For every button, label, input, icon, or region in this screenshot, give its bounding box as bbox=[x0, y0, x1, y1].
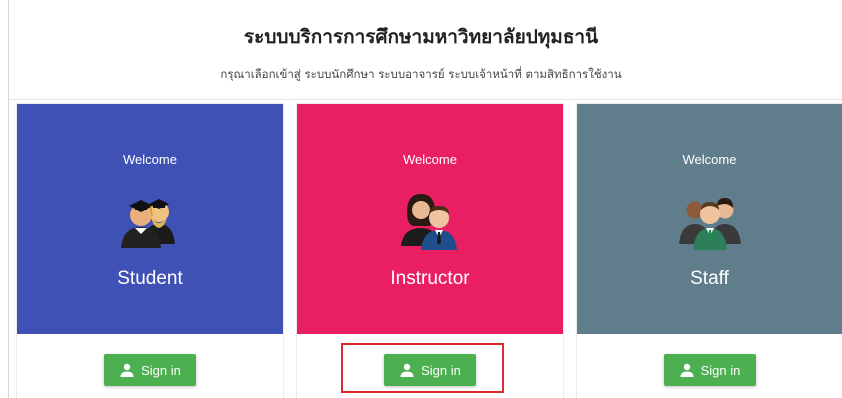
staff-card: Welcome Staff Sign in bbox=[577, 104, 842, 398]
student-role-label: Student bbox=[117, 268, 183, 289]
staff-role-label: Staff bbox=[690, 268, 729, 289]
instructor-role-label: Instructor bbox=[390, 268, 470, 289]
graduates-icon bbox=[115, 182, 185, 252]
instructor-card: Welcome Instructor Sign in bbox=[297, 104, 563, 398]
student-sign-in-button[interactable]: Sign in bbox=[104, 354, 196, 386]
user-icon bbox=[120, 363, 134, 377]
staff-card-banner: Welcome Staff bbox=[577, 104, 842, 334]
student-welcome-text: Welcome bbox=[123, 152, 177, 167]
user-icon bbox=[680, 363, 694, 377]
instructor-icon bbox=[395, 182, 465, 252]
student-card-banner: Welcome Student bbox=[17, 104, 283, 334]
sign-in-label: Sign in bbox=[141, 362, 181, 378]
sign-in-label: Sign in bbox=[700, 362, 741, 378]
staff-sign-in-button[interactable]: Sign in bbox=[663, 354, 756, 386]
instructor-card-banner: Welcome Instructor bbox=[297, 104, 563, 334]
staff-group-icon bbox=[675, 182, 745, 252]
sign-in-label: Sign in bbox=[421, 362, 461, 378]
staff-welcome-text: Welcome bbox=[682, 152, 737, 167]
student-card: Welcome Student Sign in bbox=[17, 104, 283, 398]
instructor-sign-in-button[interactable]: Sign in bbox=[384, 354, 476, 386]
instructor-welcome-text: Welcome bbox=[403, 152, 457, 167]
page-subtitle: กรุณาเลือกเข้าสู่ ระบบนักศึกษา ระบบอาจาร… bbox=[220, 67, 622, 81]
page-title: ระบบบริการการศึกษามหาวิทยาลัยปทุมธานี bbox=[243, 26, 599, 48]
user-icon bbox=[400, 363, 414, 377]
